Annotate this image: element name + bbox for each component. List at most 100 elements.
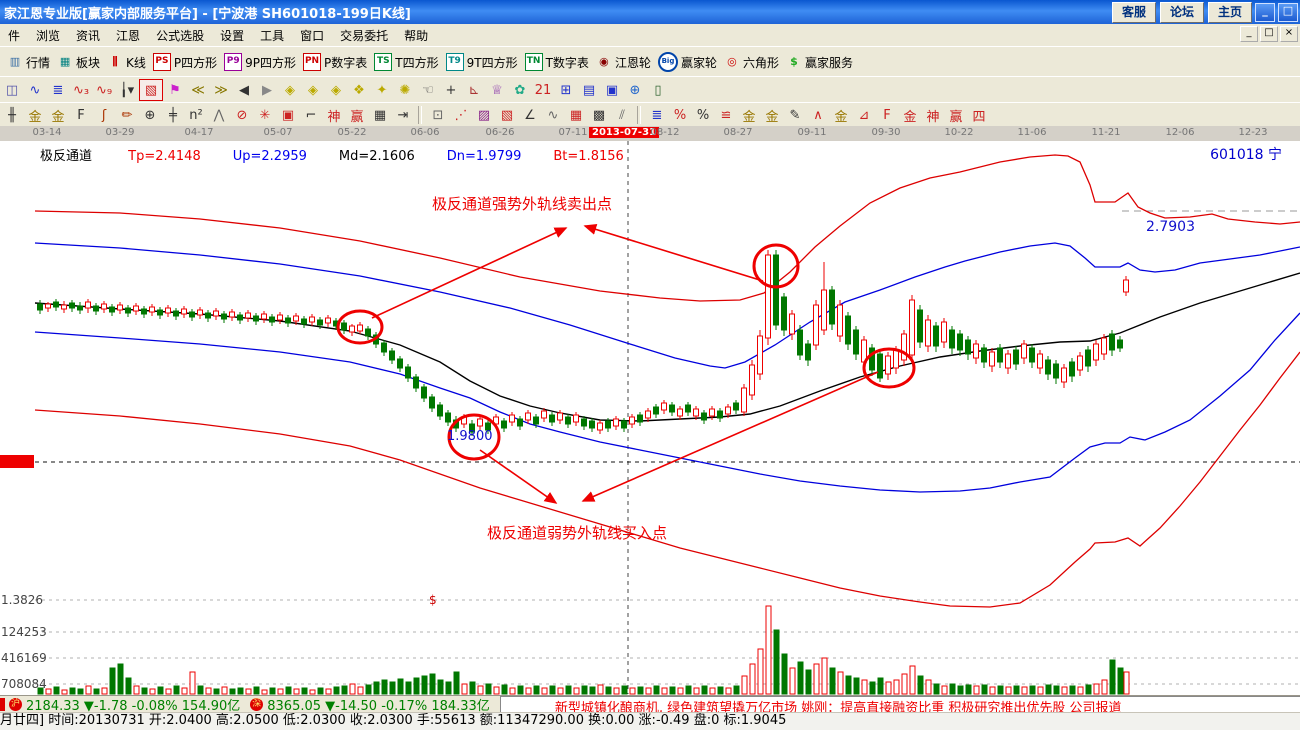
- homepage-button[interactable]: 主页: [1208, 2, 1252, 23]
- hatch-box-icon[interactable]: ▨: [473, 105, 495, 125]
- win-tool-icon[interactable]: 赢: [346, 105, 368, 125]
- toolbar-t-square-button[interactable]: TST四方形: [374, 53, 438, 71]
- toolbar-kline-button[interactable]: ⫼K线: [107, 54, 146, 71]
- diamond-left-icon[interactable]: ◈: [279, 80, 301, 100]
- toolbar-sectors-button[interactable]: ▦板块: [57, 54, 100, 71]
- calculator-icon[interactable]: ⊞: [555, 80, 577, 100]
- toolbar-gann-wheel-button[interactable]: ◉江恩轮: [596, 54, 651, 71]
- mdi-minimize-button[interactable]: _: [1240, 26, 1258, 42]
- mdi-close-button[interactable]: ×: [1280, 26, 1298, 42]
- crown-icon[interactable]: ♕: [486, 80, 508, 100]
- box-select-icon[interactable]: ⊡: [427, 105, 449, 125]
- window-icon[interactable]: ◫: [1, 80, 23, 100]
- menu-item-8[interactable]: 交易委托: [332, 25, 396, 46]
- menu-item-5[interactable]: 设置: [212, 25, 252, 46]
- next-bar-icon[interactable]: ▶: [256, 80, 278, 100]
- toolbar-winner-service-button[interactable]: $赢家服务: [786, 54, 853, 71]
- square-of-nine-icon[interactable]: n²: [185, 105, 207, 125]
- circle-tool-icon[interactable]: ⊕: [139, 105, 161, 125]
- boxed-grid-icon[interactable]: ▣: [277, 105, 299, 125]
- diamond-expand-icon[interactable]: ◈: [325, 80, 347, 100]
- menu-item-0[interactable]: 件: [0, 25, 28, 46]
- diamond-star-icon[interactable]: ✦: [371, 80, 393, 100]
- mdi-restore-button[interactable]: □: [1260, 26, 1278, 42]
- news-ticker[interactable]: 新型城镇化酿商机, 绿色建筑望撬万亿市场 姚刚：提高直接融资比重 积极研究推出优…: [500, 696, 1300, 713]
- clover-icon[interactable]: ✿: [509, 80, 531, 100]
- minimize-button[interactable]: _: [1255, 3, 1275, 22]
- menu-item-2[interactable]: 资讯: [68, 25, 108, 46]
- menu-item-9[interactable]: 帮助: [396, 25, 436, 46]
- network-icon[interactable]: ⊕: [624, 80, 646, 100]
- forum-button[interactable]: 论坛: [1160, 2, 1204, 23]
- cycle-3-icon[interactable]: ∿₃: [70, 80, 92, 100]
- pencil-tool-icon[interactable]: ✏: [116, 105, 138, 125]
- toolbar-p-square-button[interactable]: PSP四方形: [153, 53, 217, 71]
- crosshair-icon[interactable]: +: [440, 80, 462, 100]
- toolbar-t-number-table-button[interactable]: TNT数字表: [525, 53, 589, 71]
- grid-tool-icon[interactable]: ╫: [1, 105, 23, 125]
- hatch-box2-icon[interactable]: ▧: [496, 105, 518, 125]
- menu-item-7[interactable]: 窗口: [292, 25, 332, 46]
- gold-red-icon[interactable]: 金: [899, 105, 921, 125]
- save-icon[interactable]: ▣: [601, 80, 623, 100]
- restore-button[interactable]: □: [1278, 3, 1298, 22]
- first-bar-icon[interactable]: ≪: [187, 80, 209, 100]
- last-bar-icon[interactable]: ≫: [210, 80, 232, 100]
- list-icon[interactable]: ≣: [47, 80, 69, 100]
- active-chart-icon[interactable]: ▧: [139, 79, 163, 101]
- toolbar-winner-wheel-button[interactable]: Big赢家轮: [658, 52, 717, 72]
- gold-angle-icon[interactable]: 金: [830, 105, 852, 125]
- shift-tool-icon[interactable]: ⇥: [392, 105, 414, 125]
- calendar-icon[interactable]: 21: [532, 80, 554, 100]
- notes-icon[interactable]: ▤: [578, 80, 600, 100]
- table-tool-icon[interactable]: ▦: [369, 105, 391, 125]
- chart-area[interactable]: 极反通道强势外轨线卖出点极反通道弱势外轨线买入点1.98002.7903$1.3…: [0, 141, 1300, 695]
- toolbar-9t-square-button[interactable]: T99T四方形: [446, 53, 518, 71]
- toolbar-9p-square-button[interactable]: P99P四方形: [224, 53, 296, 71]
- parallel-lines-icon[interactable]: ⫽: [611, 105, 633, 125]
- star-grid-icon[interactable]: ✳: [254, 105, 276, 125]
- shen-tool-icon[interactable]: 神: [323, 105, 345, 125]
- toolbar-hexagon-button[interactable]: ◎六角形: [724, 54, 779, 71]
- step-line-icon[interactable]: ⌐: [300, 105, 322, 125]
- wave-tool-icon[interactable]: ∿: [542, 105, 564, 125]
- levels-icon[interactable]: ≣: [646, 105, 668, 125]
- red-grid-icon[interactable]: ▦: [565, 105, 587, 125]
- draw-icon[interactable]: ✎: [784, 105, 806, 125]
- fib-red-icon[interactable]: F: [876, 105, 898, 125]
- diamond-burst-icon[interactable]: ✺: [394, 80, 416, 100]
- gold-fan-tool-icon[interactable]: 金: [47, 105, 69, 125]
- triangle-icon[interactable]: ⊿: [853, 105, 875, 125]
- candle-style-icon[interactable]: ╽▾: [116, 80, 138, 100]
- gold-line-icon[interactable]: 金: [761, 105, 783, 125]
- toolbar-quotes-button[interactable]: ▥行情: [7, 54, 50, 71]
- spiral-tool-icon[interactable]: ʃ: [93, 105, 115, 125]
- diamond-cross-icon[interactable]: ❖: [348, 80, 370, 100]
- kline-chart[interactable]: 极反通道强势外轨线卖出点极反通道弱势外轨线买入点1.98002.7903$1.3…: [0, 141, 1300, 695]
- diamond-right-icon[interactable]: ◈: [302, 80, 324, 100]
- peak-icon[interactable]: ∧: [807, 105, 829, 125]
- trend-angle-icon[interactable]: ∠: [519, 105, 541, 125]
- device-icon[interactable]: ▯: [647, 80, 669, 100]
- angle-icon[interactable]: ⊾: [463, 80, 485, 100]
- prev-bar-icon[interactable]: ◀: [233, 80, 255, 100]
- fib-tool-icon[interactable]: F: [70, 105, 92, 125]
- percent-icon[interactable]: %: [692, 105, 714, 125]
- gold-circle-icon[interactable]: 金: [738, 105, 760, 125]
- menu-item-1[interactable]: 浏览: [28, 25, 68, 46]
- angle-line-icon[interactable]: ⋀: [208, 105, 230, 125]
- percent-line-icon[interactable]: ≌: [715, 105, 737, 125]
- gold-gann-tool-icon[interactable]: 金: [24, 105, 46, 125]
- cycle-9-icon[interactable]: ∿₉: [93, 80, 115, 100]
- bars-tool-icon[interactable]: ╪: [162, 105, 184, 125]
- hand-icon[interactable]: ☜: [417, 80, 439, 100]
- support-button[interactable]: 客服: [1112, 2, 1156, 23]
- win2-icon[interactable]: 赢: [945, 105, 967, 125]
- shen2-icon[interactable]: 神: [922, 105, 944, 125]
- gann-circle-icon[interactable]: ⊘: [231, 105, 253, 125]
- four-icon[interactable]: 四: [968, 105, 990, 125]
- flag-icon[interactable]: ⚑: [164, 80, 186, 100]
- percent-red-icon[interactable]: %: [669, 105, 691, 125]
- menu-item-3[interactable]: 江恩: [108, 25, 148, 46]
- dense-grid-icon[interactable]: ▩: [588, 105, 610, 125]
